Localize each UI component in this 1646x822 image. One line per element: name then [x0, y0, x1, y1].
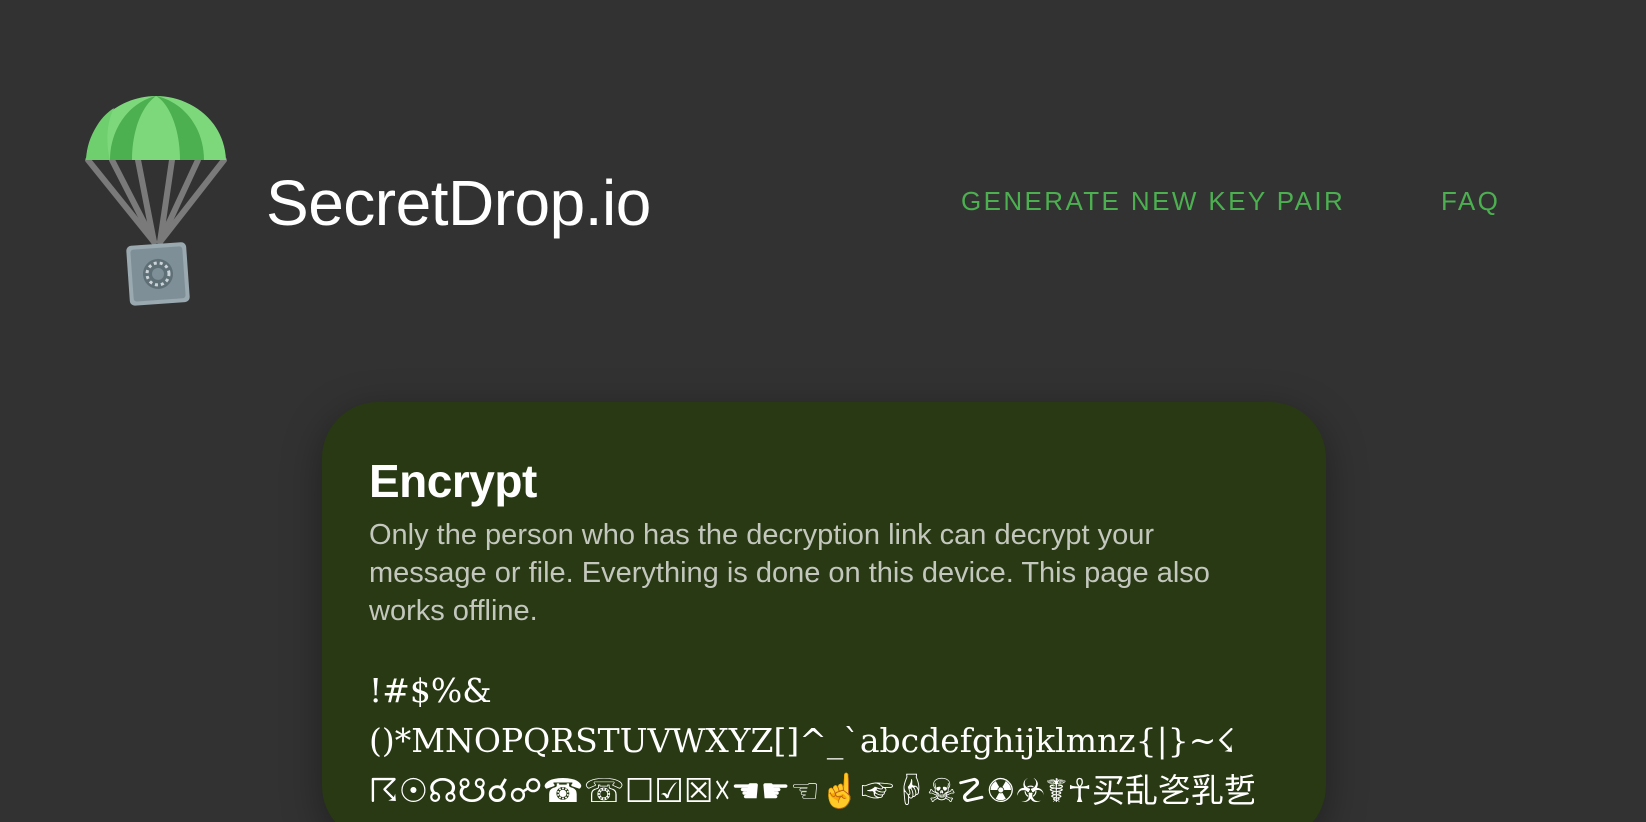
- charset-line: ()*MNOPQRSTUVWXYZ[]^_`abcdefghijklmnz{|}…: [369, 721, 1236, 760]
- nav-generate-key-pair[interactable]: GENERATE NEW KEY PAIR: [961, 186, 1345, 216]
- charset-line: ☈☉☊☋☌☍☎☏☐☑☒☓☚☛☜☝☞☟☠☡☢☣☤☥买乱乲乳乴: [369, 771, 1254, 810]
- card-description: Only the person who has the decryption l…: [369, 519, 1210, 627]
- parachute-safe-icon: [85, 96, 227, 306]
- brand-title[interactable]: SecretDrop.io: [266, 165, 651, 241]
- charset-text: !#$%& ()*MNOPQRSTUVWXYZ[]^_`abcdefghijkl…: [369, 666, 1254, 816]
- charset-line: !#$%&: [369, 671, 492, 710]
- encrypt-card: Encrypt Only the person who has the decr…: [322, 402, 1326, 822]
- page: SecretDrop.io GENERATE NEW KEY PAIR FAQ …: [0, 0, 1646, 822]
- card-title: Encrypt: [369, 455, 537, 507]
- nav-faq[interactable]: FAQ: [1441, 186, 1500, 216]
